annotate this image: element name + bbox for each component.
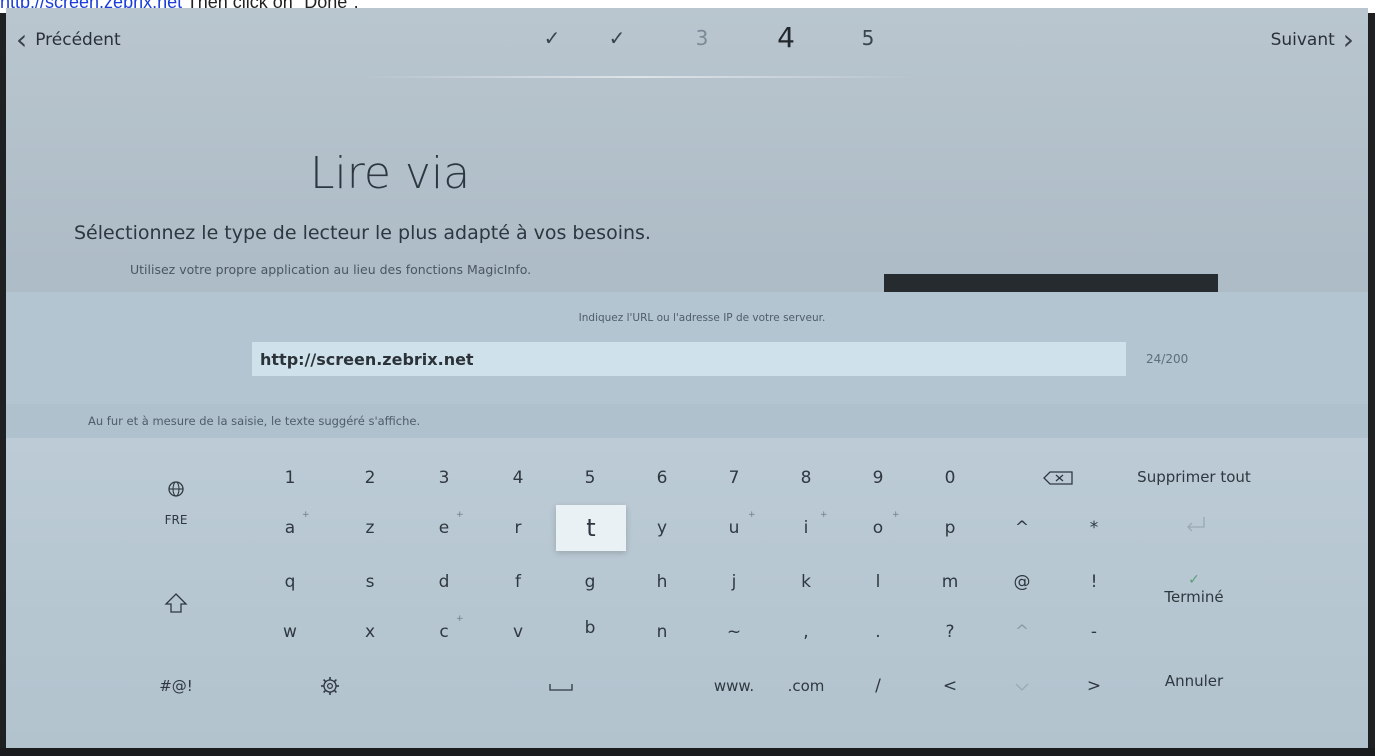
key-6[interactable]: 6 — [632, 458, 692, 498]
step-4-current: 4 — [777, 21, 795, 54]
chevron-down-icon[interactable] — [992, 666, 1052, 706]
key-2[interactable]: 2 — [340, 458, 400, 498]
key-9[interactable]: 9 — [848, 458, 908, 498]
key-asterisk[interactable]: * — [1064, 508, 1124, 548]
key-caret[interactable]: ^ — [992, 508, 1052, 548]
suggestion-text: Au fur et à mesure de la saisie, le text… — [88, 414, 421, 428]
accent-marker-icon: + — [456, 510, 464, 520]
shift-icon[interactable] — [146, 583, 206, 623]
key-p[interactable]: p — [920, 508, 980, 548]
character-counter: 24/200 — [1146, 352, 1189, 366]
key-at[interactable]: @ — [992, 562, 1052, 602]
key-question[interactable]: ? — [920, 612, 980, 652]
tv-bezel — [0, 748, 1375, 756]
accent-marker-icon: + — [456, 614, 464, 624]
step-1-check-icon: ✓ — [543, 26, 561, 50]
key-j[interactable]: j — [704, 562, 764, 602]
page-hint: Utilisez votre propre application au lie… — [130, 262, 532, 277]
key-q[interactable]: q — [260, 562, 320, 602]
key-d[interactable]: d — [414, 562, 474, 602]
accent-marker-icon: + — [820, 510, 828, 520]
key-t-selected[interactable]: t — [556, 505, 626, 551]
key-3[interactable]: 3 — [414, 458, 474, 498]
cancel-button[interactable]: Annuler — [1124, 672, 1264, 690]
suggestion-bar: Au fur et à mesure de la saisie, le text… — [6, 404, 1368, 438]
accent-marker-icon: + — [302, 510, 310, 520]
step-divider — [358, 76, 918, 78]
step-5: 5 — [861, 26, 875, 50]
key-w[interactable]: w — [260, 612, 320, 652]
key-l[interactable]: l — [848, 562, 908, 602]
key-s[interactable]: s — [340, 562, 400, 602]
chevron-right-icon: › — [1342, 23, 1354, 56]
key-a[interactable]: a — [260, 508, 320, 548]
key-y[interactable]: y — [632, 508, 692, 548]
key-v[interactable]: v — [488, 612, 548, 652]
key-period[interactable]: . — [848, 612, 908, 652]
key-slash[interactable]: / — [848, 666, 908, 706]
key-e[interactable]: e — [414, 508, 474, 548]
key-comma[interactable]: , — [776, 612, 836, 652]
accent-marker-icon: + — [748, 510, 756, 520]
url-input-label: Indiquez l'URL ou l'adresse IP de votre … — [578, 312, 826, 324]
key-b[interactable]: b — [560, 608, 620, 648]
symbols-key[interactable]: #@! — [146, 666, 206, 706]
space-key[interactable] — [526, 666, 596, 706]
key-m[interactable]: m — [920, 562, 980, 602]
key-z[interactable]: z — [340, 508, 400, 548]
key-h[interactable]: h — [632, 562, 692, 602]
key-8[interactable]: 8 — [776, 458, 836, 498]
key-dash[interactable]: - — [1064, 612, 1124, 652]
key-up-arrow[interactable]: ^ — [992, 612, 1052, 652]
key-g[interactable]: g — [560, 562, 620, 602]
key-7[interactable]: 7 — [704, 458, 764, 498]
key-www[interactable]: www. — [704, 666, 764, 706]
key-x[interactable]: x — [340, 612, 400, 652]
url-input-panel: Indiquez l'URL ou l'adresse IP de votre … — [6, 292, 1368, 412]
key-0[interactable]: 0 — [920, 458, 980, 498]
key-c[interactable]: c — [414, 612, 474, 652]
key-1[interactable]: 1 — [260, 458, 320, 498]
done-button[interactable]: ✓ Terminé — [1124, 572, 1264, 606]
option-card-edge — [884, 274, 1218, 292]
top-navigation: ‹ Précédent ✓ ✓ 3 4 5 Suivant › — [6, 8, 1368, 78]
step-indicator: ✓ ✓ 3 4 5 — [6, 21, 1368, 66]
key-4[interactable]: 4 — [488, 458, 548, 498]
key-exclamation[interactable]: ! — [1064, 562, 1124, 602]
key-f[interactable]: f — [488, 562, 548, 602]
on-screen-keyboard: FRE #@! 1 2 3 4 5 6 7 8 9 0 Supprimer to… — [6, 438, 1368, 748]
key-r[interactable]: r — [488, 508, 548, 548]
key-left-arrow[interactable]: < — [920, 666, 980, 706]
tv-screen: ‹ Précédent ✓ ✓ 3 4 5 Suivant › Lire via… — [6, 8, 1368, 748]
next-label: Suivant — [1270, 30, 1335, 50]
key-5[interactable]: 5 — [560, 458, 620, 498]
key-k[interactable]: k — [776, 562, 836, 602]
page-title: Lire via — [310, 148, 471, 199]
accent-marker-icon: + — [892, 510, 900, 520]
key-right-arrow[interactable]: > — [1064, 666, 1124, 706]
language-key[interactable]: FRE — [146, 500, 206, 540]
key-n[interactable]: n — [632, 612, 692, 652]
settings-icon[interactable] — [300, 666, 360, 706]
key-dotcom[interactable]: .com — [776, 666, 836, 706]
url-input[interactable]: http://screen.zebrix.net — [252, 342, 1126, 376]
backspace-icon[interactable] — [1028, 458, 1088, 498]
key-tilde[interactable]: ~ — [704, 612, 764, 652]
delete-all-button[interactable]: Supprimer tout — [1124, 468, 1264, 486]
step-3: 3 — [695, 26, 709, 50]
step-2-check-icon: ✓ — [608, 26, 626, 50]
done-label: Terminé — [1164, 588, 1224, 606]
checkmark-icon: ✓ — [1188, 572, 1200, 588]
next-button[interactable]: Suivant › — [1270, 23, 1354, 56]
page-subtitle: Sélectionnez le type de lecteur le plus … — [74, 222, 651, 244]
enter-icon[interactable] — [1166, 504, 1226, 544]
